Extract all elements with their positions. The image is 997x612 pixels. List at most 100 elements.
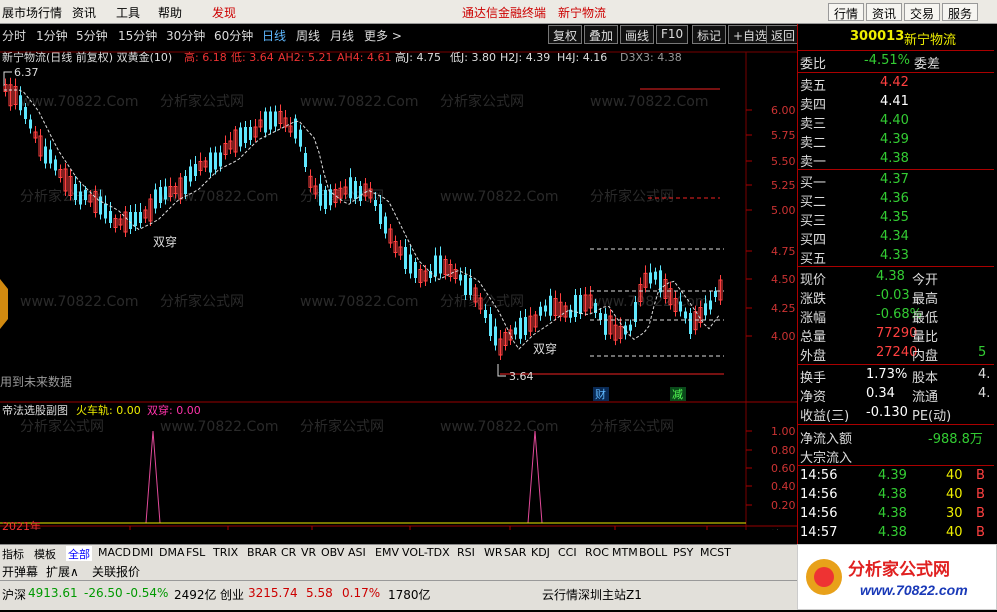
future-data-note: 用到未来数据 (0, 374, 72, 389)
candle-down (139, 212, 142, 223)
btn-fuquan[interactable]: 复权 (548, 25, 583, 44)
period-day[interactable]: 日线 (262, 27, 286, 44)
stat-label-right: 量比 (912, 330, 939, 345)
tick-time: 14:57 (800, 525, 838, 540)
indicator-tab[interactable]: EMV (375, 546, 399, 559)
buy-level-3[interactable]: 买三 4.35 (798, 209, 992, 229)
left-scroll-handle[interactable] (0, 279, 8, 329)
indicator-tab[interactable]: MACD (98, 546, 131, 559)
indicator-tab[interactable]: VOL-TDX (402, 546, 450, 559)
menu-help[interactable]: 帮助 (158, 4, 182, 21)
stat-value: 4.38 (876, 269, 905, 284)
btn-trade[interactable]: 交易 (904, 3, 940, 21)
candle-down (49, 149, 52, 164)
menu-tools[interactable]: 工具 (116, 4, 140, 21)
sell-price: 4.38 (880, 151, 909, 166)
indicator-tab[interactable]: 指标 (2, 546, 24, 562)
indicator-tab[interactable]: BRAR (247, 546, 277, 559)
indicator-tab[interactable]: CCI (558, 546, 577, 559)
sell-price: 4.41 (880, 94, 909, 109)
indicator-tab[interactable]: DMA (159, 546, 185, 559)
btn-danmu[interactable]: 开弹幕 (2, 563, 38, 580)
indicator-tab[interactable]: SAR (504, 546, 526, 559)
watermark-text: 分析家公式网 (590, 188, 674, 205)
btn-f10[interactable]: F10 (656, 25, 689, 44)
indicator-tab[interactable]: TRIX (213, 546, 238, 559)
indicator-tab[interactable]: BOLL (639, 546, 667, 559)
btn-expand[interactable]: 扩展∧ (46, 563, 79, 580)
watermark-text: 分析家公式网 (160, 293, 244, 310)
hdr-gaoj: 高J: 4.75 (395, 50, 441, 64)
sell-level-3[interactable]: 卖三 4.40 (798, 112, 992, 132)
hdr-dij: 低J: 3.80 (450, 51, 496, 64)
menu-discover[interactable]: 发现 (212, 4, 236, 21)
buy-level-5[interactable]: 买五 4.33 (798, 247, 992, 267)
indicator-tab[interactable]: 模板 (34, 546, 56, 562)
btn-diejia[interactable]: 叠加 (584, 25, 619, 44)
weibi-value: -4.51% (864, 53, 910, 68)
indicator-tab[interactable]: RSI (457, 546, 475, 559)
btn-news[interactable]: 资讯 (866, 3, 902, 21)
candle-down (379, 204, 382, 224)
kline-chart[interactable]: www.70822.Com 分析家公式网 www.70822.Com 分析家公式网 ww… (0, 46, 797, 530)
candle-down (714, 291, 717, 297)
indicator-tab[interactable]: DMI (132, 546, 153, 559)
indicator-tab[interactable]: 全部 (66, 546, 92, 562)
sell-level-5[interactable]: 卖五 4.42 (798, 74, 992, 94)
tick-side: B (976, 525, 985, 540)
server-name[interactable]: 云行情深圳主站Z1 (542, 586, 642, 603)
indicator-tab[interactable]: WR (484, 546, 503, 559)
indicator-tab[interactable]: MTM (612, 546, 638, 559)
period-5min[interactable]: 5分钟 (76, 27, 108, 44)
period-week[interactable]: 周线 (296, 27, 320, 44)
indicator-tab[interactable]: FSL (186, 546, 205, 559)
sell-level-2[interactable]: 卖二 4.39 (798, 131, 992, 151)
btn-huaxian[interactable]: 画线 (620, 25, 655, 44)
tick-side: B (976, 468, 985, 483)
indicator-tab[interactable]: KDJ (531, 546, 550, 559)
period-month[interactable]: 月线 (330, 27, 354, 44)
indicator-tab[interactable]: PSY (673, 546, 693, 559)
watermark-text: 分析家公式网 (590, 418, 674, 435)
btn-related-quote[interactable]: 关联报价 (92, 563, 140, 580)
buy-level-2[interactable]: 买二 4.36 (798, 190, 992, 210)
candle-down (79, 191, 82, 205)
tick-row: 14:56 4.39 40 B (798, 467, 992, 486)
btn-service[interactable]: 服务 (942, 3, 978, 21)
buy-level-1[interactable]: 买一 4.37 (798, 171, 992, 191)
candles (3, 77, 723, 360)
candle-down (519, 317, 522, 339)
stock-name: 新宁物流 (904, 33, 957, 48)
period-1min[interactable]: 1分钟 (36, 27, 68, 44)
marker-finance-label: 财 (595, 387, 606, 401)
indicator-tab[interactable]: VR (301, 546, 316, 559)
period-60min[interactable]: 60分钟 (214, 27, 253, 44)
indicator-tab[interactable]: OBV (321, 546, 344, 559)
sell-level-1[interactable]: 卖一 4.38 (798, 150, 992, 170)
menu-market[interactable]: 展市场行情 (2, 4, 62, 21)
btn-back[interactable]: 返回 (766, 25, 801, 44)
indicator-tab[interactable]: ASI (348, 546, 366, 559)
indicator-tab[interactable]: CR (281, 546, 296, 559)
candle-down (134, 212, 137, 226)
period-15min[interactable]: 15分钟 (118, 27, 157, 44)
fund-label: 收益(三) (800, 409, 850, 424)
fund-row: 换手 1.73% 股本 4. (798, 366, 992, 386)
btn-biaoji[interactable]: 标记 (692, 25, 727, 44)
indicator-tab[interactable]: MCST (700, 546, 731, 559)
period-30min[interactable]: 30分钟 (166, 27, 205, 44)
time-tick-label: 7 (412, 528, 419, 530)
period-more[interactable]: 更多 > (364, 27, 402, 44)
candle-down (304, 153, 307, 167)
time-tick-label: 10 (709, 528, 723, 530)
idx2-name[interactable]: 创业 (220, 586, 244, 603)
indicator-tab[interactable]: ROC (585, 546, 609, 559)
period-fenshi[interactable]: 分时 (2, 27, 26, 44)
price-tick-label: 4.25 (771, 302, 796, 315)
buy-level-4[interactable]: 买四 4.34 (798, 228, 992, 248)
btn-quote[interactable]: 行情 (828, 3, 864, 21)
sell-price: 4.39 (880, 132, 909, 147)
sell-level-4[interactable]: 卖四 4.41 (798, 93, 992, 113)
idx1-name[interactable]: 沪深 (2, 586, 26, 603)
menu-news[interactable]: 资讯 (72, 4, 96, 21)
